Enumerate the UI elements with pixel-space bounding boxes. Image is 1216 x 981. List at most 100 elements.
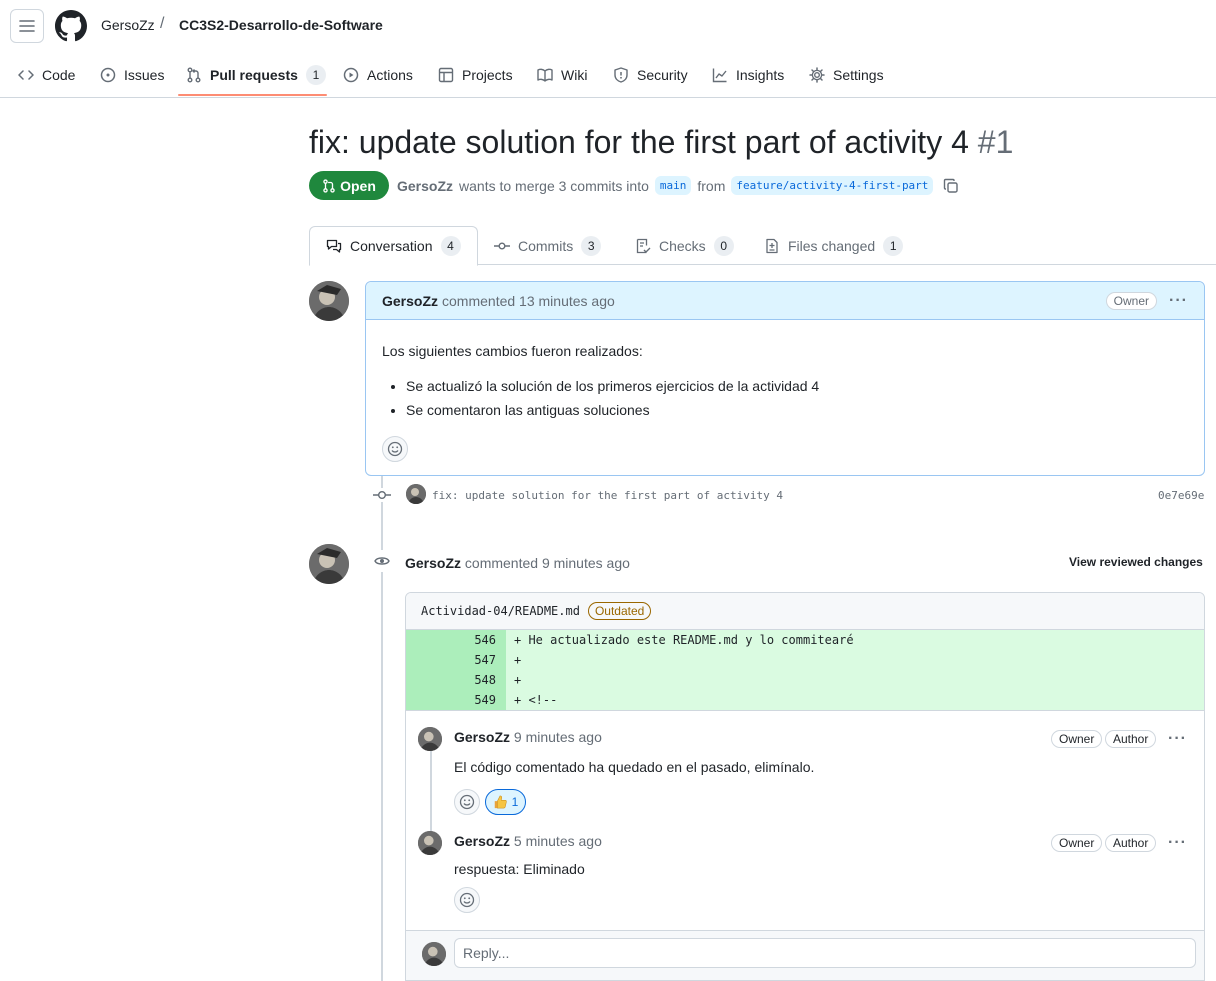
review-node xyxy=(369,550,395,572)
head-branch[interactable]: feature/activity-4-first-part xyxy=(731,176,934,195)
status-label: Open xyxy=(340,177,376,194)
comment-timestamp[interactable]: 9 minutes ago xyxy=(514,729,602,745)
code-icon xyxy=(18,70,34,80)
thread-comment-header: GersoZz 9 minutes ago xyxy=(454,729,602,745)
pr-author-link[interactable]: GersoZz xyxy=(397,178,453,194)
tab-pull-requests[interactable]: Pull requests 1 xyxy=(186,64,326,86)
smiley-icon xyxy=(459,892,475,908)
graph-icon xyxy=(712,68,727,83)
tab-label: Insights xyxy=(736,67,785,83)
tab-wiki[interactable]: Wiki xyxy=(537,64,587,86)
review-timestamp[interactable]: commented 9 minutes ago xyxy=(465,555,630,571)
review-header: GersoZz commented 9 minutes ago xyxy=(405,555,630,571)
thread-comment-header: GersoZz 5 minutes ago xyxy=(454,833,602,849)
kebab-menu-icon[interactable]: ··· xyxy=(1168,730,1187,748)
review-thread: Actividad-04/README.md Outdated 546 + He … xyxy=(405,592,1205,981)
pr-number: #1 xyxy=(977,124,1014,160)
comments-icon xyxy=(326,239,342,253)
thumbs-up-icon xyxy=(494,795,507,809)
add-reaction-button[interactable] xyxy=(454,789,480,815)
github-logo-icon[interactable] xyxy=(55,10,87,42)
copy-icon[interactable] xyxy=(943,178,959,194)
tab-projects[interactable]: Projects xyxy=(438,64,513,86)
tab-checks[interactable]: Checks 0 xyxy=(635,226,734,265)
shield-icon xyxy=(614,67,628,83)
kebab-menu-icon[interactable]: ··· xyxy=(1169,292,1188,310)
tab-issues[interactable]: Issues xyxy=(100,64,164,86)
tab-insights[interactable]: Insights xyxy=(712,64,784,86)
status-badge: Open xyxy=(309,171,389,200)
tab-label: Actions xyxy=(367,67,413,83)
owner-badge: Owner xyxy=(1051,834,1103,852)
comment-author[interactable]: GersoZz xyxy=(382,293,438,309)
table-icon xyxy=(438,67,454,83)
comment-author[interactable]: GersoZz xyxy=(454,729,510,745)
thumbs-up-reaction[interactable]: 1 xyxy=(485,789,526,815)
commit-sha[interactable]: 0e7e69e xyxy=(1158,489,1204,502)
file-path[interactable]: Actividad-04/README.md xyxy=(421,604,580,618)
merge-text: wants to merge 3 commits into xyxy=(459,177,649,194)
breadcrumb-repo[interactable]: CC3S2-Desarrollo-de-Software xyxy=(179,17,383,33)
tab-label: Files changed xyxy=(788,237,876,254)
owner-badge: Owner xyxy=(1051,730,1103,748)
avatar[interactable] xyxy=(309,281,349,321)
active-tab-underline xyxy=(178,94,327,96)
comment-author[interactable]: GersoZz xyxy=(454,833,510,849)
tab-code[interactable]: Code xyxy=(18,64,75,86)
tab-settings[interactable]: Settings xyxy=(809,64,884,86)
base-branch[interactable]: main xyxy=(654,176,692,195)
breadcrumb-owner[interactable]: GersoZz xyxy=(101,17,155,33)
diff-block: 546 + He actualizado este README.md y lo … xyxy=(406,630,1204,710)
outdated-badge: Outdated xyxy=(587,602,652,620)
avatar[interactable] xyxy=(418,831,442,855)
thread-line xyxy=(430,749,432,831)
list-item: Se actualizó la solución de los primeros… xyxy=(406,374,1188,398)
line-number: 549 xyxy=(406,690,506,710)
tab-label: Conversation xyxy=(350,238,433,254)
tab-actions[interactable]: Actions xyxy=(343,64,413,86)
pull-request-icon xyxy=(323,178,335,193)
diff-line: 547 + xyxy=(406,650,1204,670)
comment-timestamp[interactable]: 5 minutes ago xyxy=(514,833,602,849)
comment-timestamp[interactable]: commented 13 minutes ago xyxy=(442,293,615,309)
tab-counter: 0 xyxy=(713,235,734,256)
tab-files-changed[interactable]: Files changed 1 xyxy=(764,226,904,265)
pr-title-text: fix: update solution for the first part … xyxy=(309,124,969,160)
avatar[interactable] xyxy=(418,727,442,751)
review-author[interactable]: GersoZz xyxy=(405,555,461,571)
menu-button[interactable] xyxy=(10,9,44,43)
kebab-menu-icon[interactable]: ··· xyxy=(1168,834,1187,852)
book-icon xyxy=(537,68,553,82)
author-badge: Author xyxy=(1105,730,1157,748)
tab-security[interactable]: Security xyxy=(613,64,688,86)
smiley-icon xyxy=(387,441,403,457)
diff-line: 548 + xyxy=(406,670,1204,690)
view-reviewed-changes-link[interactable]: View reviewed changes xyxy=(1069,555,1203,569)
tab-label: Checks xyxy=(659,237,706,254)
reply-input[interactable]: Reply... xyxy=(454,938,1196,968)
diff-line: 546 + He actualizado este README.md y lo … xyxy=(406,630,1204,650)
tab-conversation[interactable]: Conversation 4 xyxy=(309,226,478,266)
tab-label: Pull requests xyxy=(210,67,298,83)
tab-counter: 3 xyxy=(581,235,602,256)
commit-message[interactable]: fix: update solution for the first part … xyxy=(432,489,783,502)
tab-label: Settings xyxy=(833,67,884,83)
diff-code: + xyxy=(506,650,1204,670)
diff-code: + <!-- xyxy=(506,690,1204,710)
eye-icon xyxy=(374,557,390,565)
hamburger-icon xyxy=(19,20,35,32)
tab-label: Issues xyxy=(124,67,165,83)
add-reaction-button[interactable] xyxy=(382,436,408,462)
avatar[interactable] xyxy=(406,484,426,504)
add-reaction-button[interactable] xyxy=(454,887,480,913)
reaction-count: 1 xyxy=(511,795,519,809)
reply-row: Reply... xyxy=(406,930,1204,980)
pull-request-icon xyxy=(187,67,201,83)
pr-tabs: Conversation 4 Commits 3 Checks 0 Files … xyxy=(309,226,1216,266)
smiley-icon xyxy=(459,794,475,810)
diff-code: + xyxy=(506,670,1204,690)
tab-commits[interactable]: Commits 3 xyxy=(494,226,602,265)
avatar[interactable] xyxy=(309,544,349,584)
tab-counter: 1 xyxy=(883,235,904,256)
comment-body: respuesta: Eliminado xyxy=(454,861,585,877)
